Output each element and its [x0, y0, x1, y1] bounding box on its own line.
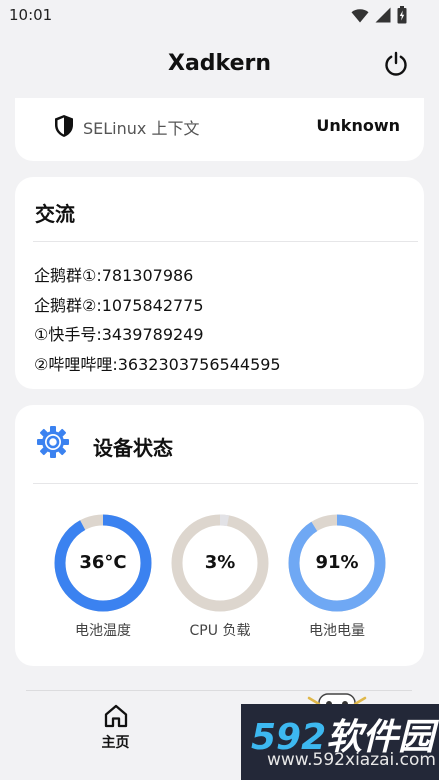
shield-icon — [55, 115, 73, 137]
status-bar: 10:01 — [0, 0, 439, 30]
signal-icon — [375, 7, 391, 23]
screen: 10:01 Xadkern SELinux 上下文 Unknown 交流 企鹅群… — [0, 0, 439, 780]
community-card: 交流 企鹅群①:781307986 企鹅群②:1075842775 ①快手号:3… — [15, 177, 424, 389]
gauge-value: 36°C — [79, 552, 127, 573]
community-title: 交流 — [35, 202, 75, 226]
gauge-value: 3% — [204, 552, 236, 573]
wifi-icon — [351, 8, 369, 22]
gauge-label: 电池电量 — [309, 623, 365, 639]
device-status-title: 设备状态 — [93, 436, 173, 460]
home-icon — [104, 704, 128, 728]
gauge-cpu-load: 3% CPU 负载 — [170, 513, 270, 639]
nav-item-home[interactable]: 主页 — [88, 703, 143, 753]
community-line-kuaishou[interactable]: ①快手号:3439789249 — [34, 320, 281, 350]
watermark-url: www.592xiazai.com — [267, 750, 436, 770]
watermark-logo: 592软件园 www.592xiazai.com — [241, 704, 439, 780]
gauge-battery-temperature: 36°C 电池温度 — [53, 513, 153, 639]
device-divider — [33, 483, 418, 484]
app-bar: Xadkern — [0, 38, 439, 88]
battery-icon — [397, 6, 407, 24]
gear-icon — [37, 426, 69, 458]
selinux-card: SELinux 上下文 Unknown — [15, 98, 424, 161]
power-icon[interactable] — [383, 51, 409, 77]
community-line-bilibili[interactable]: ②哔哩哔哩:3632303756544595 — [34, 350, 281, 380]
gauge-battery-level: 91% 电池电量 — [287, 513, 387, 639]
gauge-value: 91% — [315, 552, 359, 573]
selinux-value: Unknown — [316, 116, 400, 135]
app-title: Xadkern — [167, 51, 272, 76]
status-time: 10:01 — [9, 6, 53, 24]
community-line-qq1[interactable]: 企鹅群①:781307986 — [34, 261, 281, 291]
device-status-card: 设备状态 36°C 电池温度 3% CPU 负载 91% 电池电量 — [15, 405, 424, 666]
nav-item-home-label: 主页 — [101, 735, 130, 751]
selinux-label: SELinux 上下文 — [83, 119, 200, 138]
community-divider — [33, 241, 418, 242]
community-list: 企鹅群①:781307986 企鹅群②:1075842775 ①快手号:3439… — [34, 261, 281, 379]
community-line-qq2[interactable]: 企鹅群②:1075842775 — [34, 291, 281, 321]
status-icons — [351, 6, 407, 24]
